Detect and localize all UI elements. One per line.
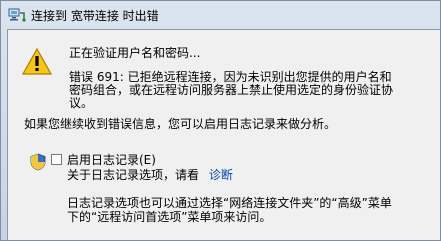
diagnose-link[interactable]: 诊断	[209, 168, 233, 182]
enable-logging-label[interactable]: 启用日志记录(E)	[67, 153, 156, 167]
error-message-line-1: 错误 691: 已拒绝远程连接，因为未识别出您提供的用户名和	[69, 70, 392, 84]
error-message-line-2: 密码组合，或在远程访问服务器上禁止使用选定的身份验证协	[69, 83, 394, 97]
error-message-line-3: 议。	[69, 96, 94, 110]
window-title: 连接到 宽带连接 时出错	[31, 9, 159, 23]
footer-text-line-2: 下的“远程访问首选项”菜单项来访问。	[67, 210, 272, 224]
network-connection-icon	[8, 8, 26, 22]
logging-info-text: 关于日志记录选项，请看	[67, 168, 200, 182]
logging-info-line: 关于日志记录选项，请看 诊断	[67, 168, 233, 182]
error-dialog-window: 连接到 宽带连接 时出错 正在验证用户名和密码... 错误 691: 已拒绝远程…	[0, 0, 441, 241]
retry-hint-text: 如果您继续收到错误信息，您可以启用日志记录来做分析。	[24, 117, 337, 131]
warning-icon	[22, 48, 52, 75]
title-bar[interactable]: 连接到 宽带连接 时出错	[1, 1, 440, 29]
footer-text-line-1: 日志记录选项也可以通过选择“网络连接文件夹”的“高级”菜单	[67, 196, 392, 210]
dialog-content: 正在验证用户名和密码... 错误 691: 已拒绝远程连接，因为未识别出您提供的…	[7, 29, 440, 240]
uac-shield-icon	[30, 153, 46, 171]
status-text: 正在验证用户名和密码...	[69, 46, 201, 60]
enable-logging-checkbox[interactable]	[51, 154, 62, 165]
